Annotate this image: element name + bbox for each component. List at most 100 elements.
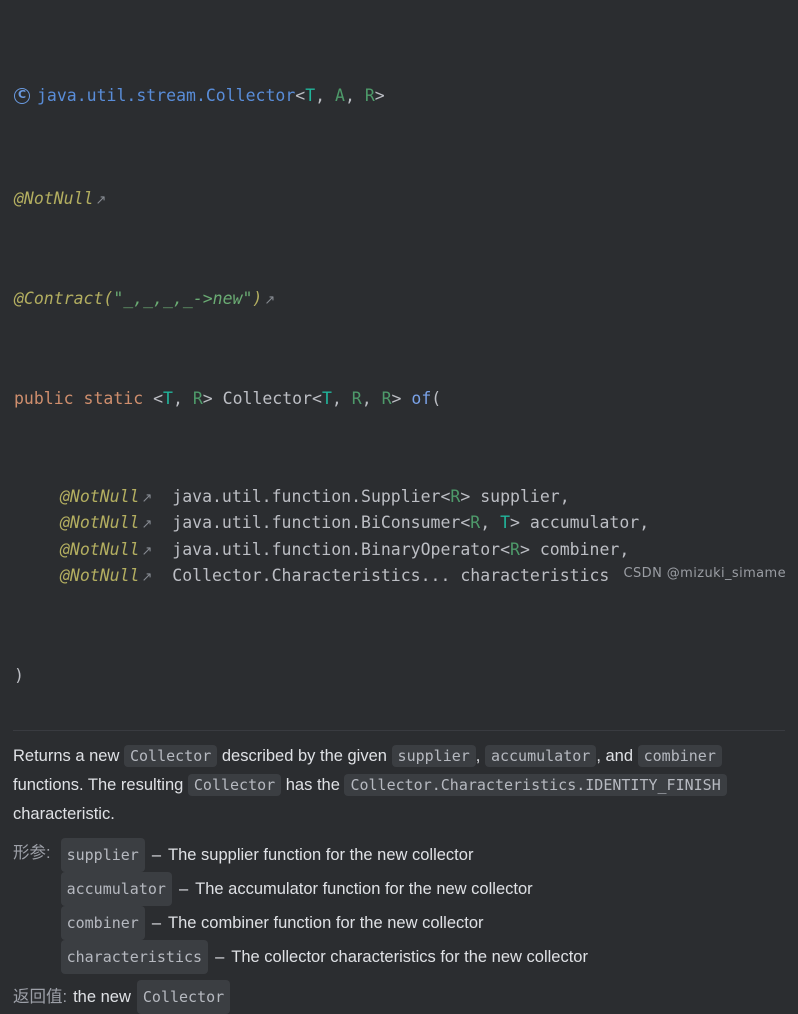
method-signature-panel: C java.util.stream.Collector<T, A, R> @N… <box>0 0 798 713</box>
parameter-generic-open: < <box>440 486 451 506</box>
method-name[interactable]: of <box>411 389 431 408</box>
parameter-description: The supplier function for the new collec… <box>168 846 474 864</box>
type-param-t: T <box>305 85 316 105</box>
declaration-title: java.util.stream.Collector<T, A, R> <box>37 84 385 109</box>
annotation-contract-line: @Contract("_,_,_,_->new") ↗ <box>14 287 784 314</box>
parameter-type[interactable]: java.util.function.Supplier <box>172 487 440 506</box>
type-param-r: R <box>364 85 375 105</box>
type-param-sep-1: , <box>315 85 336 105</box>
method-type-param-r: R <box>192 388 203 408</box>
returns-label: 返回值: <box>13 988 68 1006</box>
inline-code-chip[interactable]: Collector.Characteristics.IDENTITY_FINIS… <box>344 774 727 796</box>
parameter-doc-row: characteristics – The collector characteri… <box>60 940 785 974</box>
annotation-notnull[interactable]: @NotNull <box>14 189 93 208</box>
watermark: CSDN @mizuki_simame <box>623 566 786 581</box>
method-open-paren: ( <box>431 388 442 408</box>
interface-class-icon: C <box>14 87 30 104</box>
parameter-name-chip[interactable]: combiner <box>60 906 145 940</box>
returns-text: the new <box>73 988 131 1006</box>
parameter-comma: , <box>559 486 570 506</box>
method-type-params-close: > <box>202 388 213 408</box>
returns-type-chip[interactable]: Collector <box>136 980 231 1014</box>
inline-code-chip[interactable]: supplier <box>391 745 476 767</box>
parameter-name-chip[interactable]: accumulator <box>60 872 172 906</box>
parameter-name-chip[interactable]: supplier <box>60 838 145 872</box>
parameter-description: The combiner function for the new collec… <box>168 914 484 932</box>
annotation-notnull[interactable]: @NotNull <box>60 566 139 585</box>
parameter-type[interactable]: java.util.function.BinaryOperator <box>172 540 500 559</box>
parameter-comma: , <box>619 539 630 559</box>
return-generic-t: T <box>321 388 332 408</box>
method-parameter-line: @NotNull ↗ java.util.function.BinaryOpera… <box>14 538 784 565</box>
parameter-generic-close: > <box>510 513 520 532</box>
parameter-generic-sep: , <box>480 513 501 532</box>
declaration-header: C java.util.stream.Collector<T, A, R> <box>14 84 784 109</box>
method-parameter-line: @NotNull ↗ java.util.function.Supplier<R>… <box>14 485 784 512</box>
external-link-arrow-icon[interactable]: ↗ <box>139 570 152 585</box>
parameter-generic-arg: T <box>500 513 511 532</box>
parameter-dash: – <box>151 846 162 864</box>
parameter-generic-arg: R <box>470 513 481 532</box>
parameter-name: accumulator <box>529 513 640 532</box>
type-param-sep-2: , <box>344 85 365 105</box>
parameter-generic-close: > <box>460 486 471 506</box>
returns-section: 返回值: the new Collector <box>0 974 798 1014</box>
external-link-arrow-icon[interactable]: ↗ <box>262 293 275 308</box>
annotation-notnull[interactable]: @NotNull <box>60 540 139 559</box>
return-generic-close: > <box>391 388 402 408</box>
parameter-type[interactable]: java.util.function.BiConsumer <box>172 513 460 532</box>
method-modifiers: public static <box>14 388 144 408</box>
inline-code-chip[interactable]: accumulator <box>484 745 597 767</box>
return-generic-sep-1: , <box>331 388 352 408</box>
external-link-arrow-icon[interactable]: ↗ <box>139 517 152 532</box>
inline-code-chip[interactable]: Collector <box>123 745 218 767</box>
method-declaration-line: public static <T, R> Collector<T, R, R> … <box>14 387 784 412</box>
generic-close-bracket: > <box>374 85 385 105</box>
parameter-dash: – <box>178 880 189 898</box>
parameter-type[interactable]: Collector.Characteristics... <box>172 566 450 585</box>
return-generic-r-1: R <box>351 388 362 408</box>
doc-text: functions. The resulting <box>13 776 188 794</box>
parameters-section: 形参: supplier – The supplier function for t… <box>0 829 798 974</box>
generic-open-bracket: < <box>295 85 306 105</box>
parameters-label: 形参: <box>13 844 51 862</box>
doc-text: , and <box>596 747 638 765</box>
parameter-generic-arg: R <box>510 539 520 559</box>
doc-text: Returns a new <box>13 747 124 765</box>
annotation-contract[interactable]: @Contract( <box>14 289 113 308</box>
inline-code-chip[interactable]: Collector <box>187 774 282 796</box>
doc-text: characteristic. <box>13 805 115 823</box>
method-type-params-open: < <box>153 388 164 408</box>
parameter-name-chip[interactable]: characteristics <box>60 940 209 974</box>
annotation-contract-close-paren: ) <box>252 288 263 308</box>
external-link-arrow-icon[interactable]: ↗ <box>139 544 152 559</box>
return-generic-sep-2: , <box>361 388 382 408</box>
return-generic-r-2: R <box>381 388 392 408</box>
parameter-name: characteristics <box>460 566 610 585</box>
annotation-contract-value: "_,_,_,_->new" <box>113 288 253 308</box>
parameter-description: The collector characteristics for the ne… <box>231 948 588 966</box>
parameter-generic-open: < <box>460 513 471 532</box>
external-link-arrow-icon[interactable]: ↗ <box>93 193 106 208</box>
annotation-notnull[interactable]: @NotNull <box>60 487 139 506</box>
annotation-notnull-line: @NotNull ↗ <box>14 187 784 214</box>
return-generic-open: < <box>312 388 322 408</box>
doc-text: described by the given <box>217 747 392 765</box>
method-return-type[interactable]: Collector <box>223 389 312 408</box>
method-close-paren-line: ) <box>14 664 784 689</box>
doc-text: has the <box>281 776 345 794</box>
external-link-arrow-icon[interactable]: ↗ <box>139 491 152 506</box>
type-param-a: A <box>335 85 345 105</box>
parameter-name: supplier <box>480 486 560 506</box>
annotation-notnull[interactable]: @NotNull <box>60 513 139 532</box>
inline-code-chip[interactable]: combiner <box>637 745 722 767</box>
documentation-body: Returns a new Collector described by the… <box>0 731 798 829</box>
declaring-class-fqn[interactable]: java.util.stream.Collector <box>37 86 295 105</box>
